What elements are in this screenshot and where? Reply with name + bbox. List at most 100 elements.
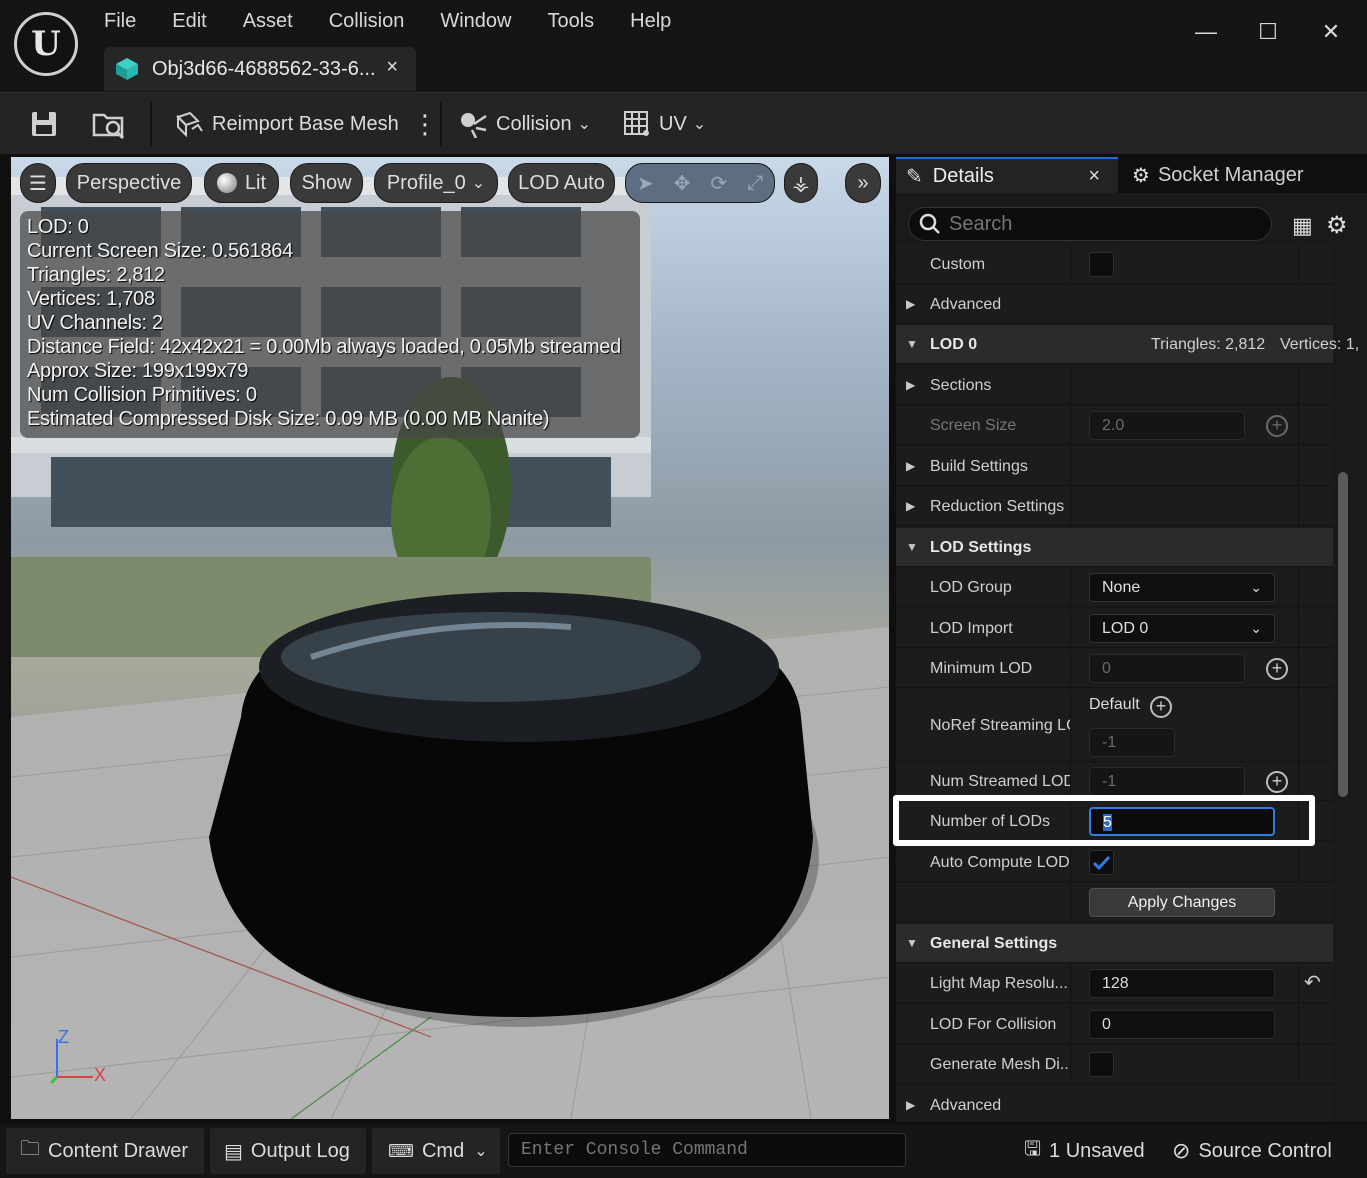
document-tab-title: Obj3d66-4688562-33-6... bbox=[152, 57, 376, 80]
category-lod0[interactable]: ▼ LOD 0 Triangles: 2,812 Vertices: 1, bbox=[896, 325, 1359, 364]
lit-button[interactable]: Lit bbox=[204, 163, 279, 203]
lod-group-dropdown[interactable]: None ⌄ bbox=[1089, 573, 1275, 602]
folder-search-icon bbox=[92, 113, 125, 139]
reset-to-default-icon[interactable]: ↶ bbox=[1304, 970, 1321, 995]
chevron-down-icon: ⌄ bbox=[474, 1143, 488, 1160]
rotate-icon[interactable]: ⟳ bbox=[710, 171, 727, 196]
tab-socket-manager[interactable]: ⚙ Socket Manager bbox=[1124, 157, 1367, 193]
more-options-icon[interactable]: ⋮ bbox=[412, 93, 438, 155]
reimport-base-mesh-button[interactable]: Reimport Base Mesh bbox=[174, 93, 399, 155]
lod-for-collision-field[interactable]: 0 bbox=[1089, 1010, 1275, 1039]
profile-dropdown[interactable]: Profile_0 ⌄ bbox=[374, 163, 498, 203]
menu-help[interactable]: Help bbox=[630, 6, 689, 38]
tab-details[interactable]: ✎ Details × bbox=[896, 157, 1118, 193]
menu-asset[interactable]: Asset bbox=[243, 6, 311, 38]
row-custom: Custom bbox=[896, 245, 1333, 284]
output-log-label: Output Log bbox=[250, 1139, 350, 1162]
category-lod-settings[interactable]: ▼ LOD Settings bbox=[896, 528, 1333, 567]
close-window-button[interactable]: ✕ bbox=[1313, 14, 1349, 50]
noref-streaming-field[interactable]: -1 bbox=[1089, 728, 1175, 757]
menu-edit[interactable]: Edit bbox=[172, 6, 224, 38]
lod-import-dropdown[interactable]: LOD 0 ⌄ bbox=[1089, 614, 1275, 643]
menu-file[interactable]: File bbox=[104, 6, 154, 38]
collision-dropdown[interactable]: Collision ⌄ bbox=[458, 93, 591, 155]
chevron-down-icon: ⌄ bbox=[471, 175, 486, 192]
unsaved-save-icon: 🖫 bbox=[1024, 1138, 1042, 1160]
general-settings-label: General Settings bbox=[930, 935, 1058, 952]
details-scrollbar[interactable] bbox=[1338, 472, 1348, 797]
scale-icon[interactable]: ⤢ bbox=[747, 172, 763, 195]
maximize-button[interactable]: ☐ bbox=[1250, 14, 1286, 50]
number-of-lods-value: 5 bbox=[1103, 814, 1112, 831]
search-input[interactable] bbox=[949, 212, 1249, 236]
save-button[interactable] bbox=[30, 93, 58, 155]
minimize-button[interactable]: — bbox=[1188, 14, 1224, 50]
column-divider bbox=[1070, 245, 1071, 284]
row-build-settings[interactable]: ▶ Build Settings bbox=[896, 447, 1333, 486]
translate-icon[interactable]: ✥ bbox=[674, 171, 691, 196]
cmd-dropdown[interactable]: ⌨ Cmd ⌄ bbox=[372, 1128, 500, 1174]
row-advanced-2[interactable]: ▶ Advanced bbox=[896, 1086, 1333, 1122]
row-advanced[interactable]: ▶ Advanced bbox=[896, 285, 1333, 324]
row-lod-import: LOD Import LOD 0 ⌄ bbox=[896, 609, 1333, 648]
output-log-button[interactable]: ▤ Output Log bbox=[210, 1128, 366, 1174]
light-map-resolution-field[interactable]: 128 bbox=[1089, 969, 1275, 998]
search-icon bbox=[919, 213, 940, 234]
stat-collision-primitives: Num Collision Primitives: 0 bbox=[27, 384, 257, 406]
column-divider bbox=[1298, 568, 1299, 607]
settings-gear-icon[interactable]: ⚙ bbox=[1326, 211, 1348, 240]
camera-icon: ⚶ bbox=[792, 172, 810, 195]
unsaved-button[interactable]: 🖫 1 Unsaved bbox=[1006, 1128, 1156, 1174]
add-override-icon[interactable]: + bbox=[1150, 696, 1172, 718]
num-streamed-lods-field[interactable]: -1 bbox=[1089, 767, 1245, 796]
content-drawer-button[interactable]: 🗀 Content Drawer bbox=[6, 1128, 204, 1174]
stat-triangles: Triangles: 2,812 bbox=[27, 264, 165, 286]
minimum-lod-label: Minimum LOD bbox=[930, 660, 1033, 677]
column-divider bbox=[1070, 802, 1071, 841]
add-override-icon[interactable]: + bbox=[1266, 658, 1288, 680]
details-search-bar[interactable] bbox=[908, 207, 1272, 241]
select-cursor-icon[interactable]: ➤ bbox=[637, 171, 654, 196]
apply-changes-button[interactable]: Apply Changes bbox=[1089, 888, 1275, 917]
source-control-button[interactable]: ⊘ Source Control bbox=[1164, 1128, 1344, 1174]
number-of-lods-field[interactable]: 5 bbox=[1089, 807, 1275, 836]
menu-tools[interactable]: Tools bbox=[547, 6, 612, 38]
perspective-button[interactable]: Perspective bbox=[66, 163, 192, 203]
row-reduction-settings[interactable]: ▶ Reduction Settings bbox=[896, 487, 1333, 526]
lod-for-collision-label: LOD For Collision bbox=[930, 1016, 1057, 1033]
stat-disk-size: Estimated Compressed Disk Size: 0.09 MB … bbox=[27, 408, 550, 430]
show-button[interactable]: Show bbox=[290, 163, 363, 203]
add-override-icon[interactable]: + bbox=[1266, 771, 1288, 793]
expand-toolbar-button[interactable]: » bbox=[845, 163, 881, 203]
table-view-icon[interactable]: ▦ bbox=[1292, 213, 1313, 239]
screen-size-field[interactable]: 2.0 bbox=[1089, 411, 1245, 440]
tab-close-icon[interactable]: × bbox=[386, 56, 398, 79]
row-lod-for-collision: LOD For Collision 0 bbox=[896, 1005, 1333, 1044]
browse-asset-button[interactable] bbox=[92, 93, 126, 155]
menu-collision[interactable]: Collision bbox=[329, 6, 423, 38]
stat-approx-size: Approx Size: 199x199x79 bbox=[27, 360, 249, 382]
lod-auto-button[interactable]: LOD Auto bbox=[508, 163, 615, 203]
console-command-input[interactable] bbox=[508, 1133, 906, 1167]
unreal-logo-icon[interactable] bbox=[14, 12, 78, 76]
camera-speed-button[interactable]: ⚶ bbox=[784, 163, 818, 203]
menu-window[interactable]: Window bbox=[440, 6, 529, 38]
category-general-settings[interactable]: ▼ General Settings bbox=[896, 924, 1333, 963]
column-divider bbox=[1298, 964, 1299, 1003]
uv-dropdown[interactable]: UV ⌄ bbox=[623, 93, 706, 155]
axis-z-label: Z bbox=[58, 1027, 69, 1047]
custom-checkbox[interactable] bbox=[1089, 252, 1114, 277]
build-settings-label: Build Settings bbox=[930, 458, 1028, 475]
tab-close-icon[interactable]: × bbox=[1088, 165, 1100, 188]
generate-mesh-distance-checkbox[interactable] bbox=[1089, 1052, 1114, 1077]
row-screen-size: Screen Size 2.0 + bbox=[896, 406, 1333, 445]
transform-tools-group: ➤ ✥ ⟳ ⤢ bbox=[625, 163, 775, 203]
add-override-icon[interactable]: + bbox=[1266, 415, 1288, 437]
mesh-viewport[interactable]: ☰ Perspective Lit Show Profile_0 ⌄ LOD A… bbox=[11, 157, 889, 1119]
column-divider bbox=[1070, 964, 1071, 1003]
viewport-menu-button[interactable]: ☰ bbox=[20, 163, 56, 203]
row-sections[interactable]: ▶ Sections bbox=[896, 366, 1333, 405]
document-tab[interactable]: Obj3d66-4688562-33-6... × bbox=[104, 47, 416, 91]
minimum-lod-field[interactable]: 0 bbox=[1089, 654, 1245, 683]
auto-compute-lod-checkbox[interactable] bbox=[1089, 850, 1114, 875]
